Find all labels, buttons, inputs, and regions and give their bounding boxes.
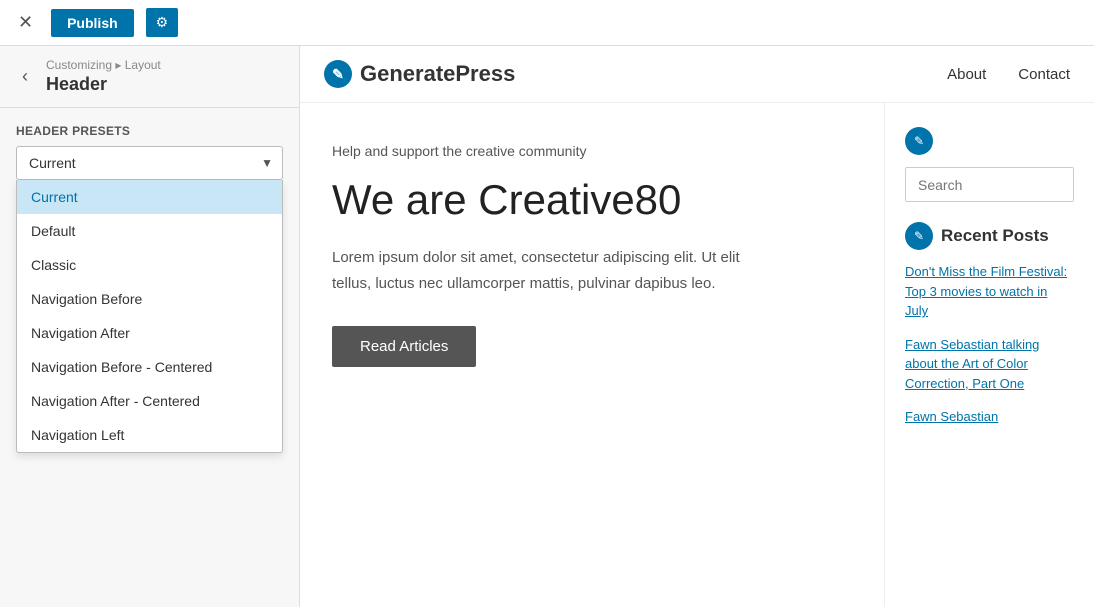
toolbar: ✕ Publish ⚙	[0, 0, 1094, 46]
preset-dropdown[interactable]: Current	[16, 146, 283, 180]
back-button[interactable]: ‹	[16, 64, 34, 89]
nav-link-contact[interactable]: Contact	[1018, 66, 1070, 83]
site-logo: ✎ GeneratePress	[324, 60, 515, 88]
gear-button[interactable]: ⚙	[146, 8, 179, 37]
dropdown-item[interactable]: Classic	[17, 248, 282, 282]
breadcrumb: Customizing ▸ Layout	[46, 58, 161, 72]
dropdown-item[interactable]: Current	[17, 180, 282, 214]
site-nav: About Contact	[947, 66, 1070, 83]
recent-post-link[interactable]: Don't Miss the Film Festival: Top 3 movi…	[905, 264, 1067, 318]
dropdown-item[interactable]: Navigation Left	[17, 418, 282, 452]
recent-post-item: Fawn Sebastian talking about the Art of …	[905, 335, 1074, 394]
hero-title: We are Creative80	[332, 175, 852, 225]
dropdown-item[interactable]: Navigation After - Centered	[17, 384, 282, 418]
recent-posts-title: Recent Posts	[941, 226, 1049, 246]
sidebar-header-text: Customizing ▸ Layout Header	[46, 58, 161, 95]
close-button[interactable]: ✕	[10, 8, 41, 37]
search-box: 🔍	[905, 167, 1074, 202]
dropdown-wrapper: Current ▼ CurrentDefaultClassicNavigatio…	[16, 146, 283, 180]
site-header: ✎ GeneratePress About Contact	[300, 46, 1094, 103]
search-widget-row: ✎	[905, 127, 1074, 155]
sidebar-header: ‹ Customizing ▸ Layout Header	[0, 46, 299, 108]
site-name: GeneratePress	[360, 61, 515, 87]
logo-icon: ✎	[324, 60, 352, 88]
recent-post-item: Don't Miss the Film Festival: Top 3 movi…	[905, 262, 1074, 321]
recent-posts-list: Don't Miss the Film Festival: Top 3 movi…	[905, 262, 1074, 427]
search-input[interactable]	[906, 169, 1074, 201]
preview-body: Help and support the creative community …	[300, 103, 1094, 607]
sidebar-title: Header	[46, 74, 161, 95]
hero-tagline: Help and support the creative community	[332, 143, 852, 159]
hero-body: Lorem ipsum dolor sit amet, consectetur …	[332, 245, 772, 296]
sidebar-content: Header Presets Current ▼ CurrentDefaultC…	[0, 108, 299, 196]
recent-post-link[interactable]: Fawn Sebastian	[905, 409, 998, 424]
publish-button[interactable]: Publish	[51, 9, 134, 37]
edit-recent-posts-icon[interactable]: ✎	[905, 222, 933, 250]
recent-post-link[interactable]: Fawn Sebastian talking about the Art of …	[905, 337, 1039, 391]
read-articles-button[interactable]: Read Articles	[332, 326, 476, 367]
dropdown-menu: CurrentDefaultClassicNavigation BeforeNa…	[16, 180, 283, 453]
recent-post-item: Fawn Sebastian	[905, 407, 1074, 427]
preview-sidebar: ✎ 🔍 ✎ Recent Posts Don't Miss the Film F…	[884, 103, 1094, 607]
main-layout: ‹ Customizing ▸ Layout Header Header Pre…	[0, 46, 1094, 607]
dropdown-item[interactable]: Navigation After	[17, 316, 282, 350]
nav-link-about[interactable]: About	[947, 66, 986, 83]
preview-main: Help and support the creative community …	[300, 103, 884, 607]
preview: ✎ GeneratePress About Contact Help and s…	[300, 46, 1094, 607]
dropdown-item[interactable]: Navigation Before	[17, 282, 282, 316]
presets-label: Header Presets	[16, 124, 283, 138]
dropdown-item[interactable]: Navigation Before - Centered	[17, 350, 282, 384]
edit-search-icon[interactable]: ✎	[905, 127, 933, 155]
sidebar: ‹ Customizing ▸ Layout Header Header Pre…	[0, 46, 300, 607]
recent-posts-row: ✎ Recent Posts	[905, 222, 1074, 250]
dropdown-item[interactable]: Default	[17, 214, 282, 248]
